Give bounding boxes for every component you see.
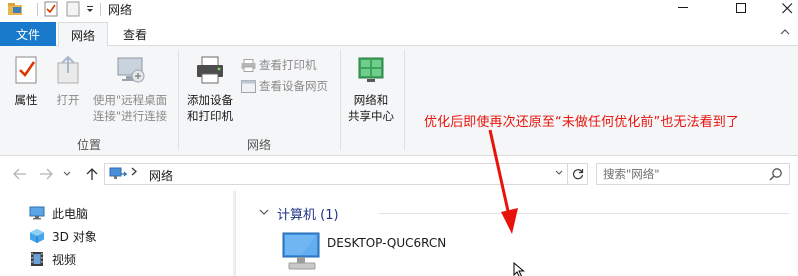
ribbon-expand-icon[interactable]: [780, 27, 790, 38]
add-devices-printers-button[interactable]: 添加设备 和打印机: [182, 50, 238, 124]
title-divider: [100, 3, 101, 16]
network-sharing-icon: [355, 54, 387, 86]
group-divider: [379, 213, 789, 214]
nav-pane-scrollbar[interactable]: [233, 191, 235, 276]
mouse-cursor-icon: [513, 262, 525, 276]
ribbon-tabs: 文件 网络 查看: [0, 22, 798, 47]
remote-desktop-label-1: 使用"远程桌面: [92, 93, 168, 107]
webpage-icon: [240, 78, 256, 94]
3d-objects-icon: [28, 228, 46, 244]
window-system-icon[interactable]: [6, 0, 24, 18]
remote-desktop-icon: [114, 54, 146, 86]
network-location-icon: [109, 166, 128, 185]
location-group-label: 位置: [76, 138, 101, 152]
breadcrumb-network[interactable]: 网络: [149, 167, 173, 184]
window-title: 网络: [108, 3, 133, 17]
computer-icon: [281, 231, 321, 273]
computer-name: DESKTOP-QUC6RCN: [327, 236, 447, 250]
network-sharing-center-button[interactable]: 网络和 共享中心: [344, 50, 398, 124]
list-item[interactable]: DESKTOP-QUC6RCN: [281, 231, 446, 273]
properties-icon[interactable]: [42, 0, 60, 18]
sharing-center-label-2: 共享中心: [348, 109, 394, 123]
nav-item-3d-objects[interactable]: 3D 对象: [28, 225, 97, 247]
open-label: 打开: [56, 93, 80, 107]
video-icon: [28, 251, 46, 267]
printer-small-icon: [240, 57, 256, 73]
refresh-button[interactable]: [567, 164, 587, 184]
open-icon: [52, 54, 84, 86]
recent-locations-button[interactable]: [62, 166, 72, 182]
view-device-webpage-label: 查看设备网页: [259, 79, 328, 93]
search-input[interactable]: [603, 166, 763, 182]
add-devices-label-1: 添加设备: [187, 93, 233, 107]
annotation-text: 优化后即使再次还原至“未做任何优化前”也无法看到了: [424, 115, 739, 130]
title-bar: 网络: [0, 0, 798, 22]
network-group-label: 网络: [246, 138, 271, 152]
nav-item-label: 3D 对象: [52, 229, 97, 244]
forward-button[interactable]: [38, 166, 54, 182]
close-button[interactable]: [764, 0, 798, 16]
properties-label: 属性: [14, 93, 38, 107]
back-button[interactable]: [12, 166, 28, 182]
open-button[interactable]: 打开: [50, 50, 86, 108]
tab-network[interactable]: 网络: [58, 22, 108, 47]
search-box[interactable]: [596, 163, 790, 185]
collapse-chevron-icon[interactable]: [259, 208, 269, 219]
nav-item-label: 此电脑: [52, 206, 89, 221]
up-button[interactable]: [84, 166, 100, 182]
ribbon: 属性 打开 使用"远程桌面 连接"进行连接 位置 添加设备 和打印机 查看打印机: [0, 46, 798, 156]
annotation-arrow: [488, 129, 518, 234]
address-history-icon[interactable]: [555, 169, 563, 179]
nav-item-this-pc[interactable]: 此电脑: [28, 202, 88, 224]
search-icon[interactable]: [769, 167, 783, 184]
group-divider: [404, 50, 405, 150]
view-printers-label: 查看打印机: [259, 58, 317, 72]
minimize-button[interactable]: [660, 0, 706, 16]
tab-file[interactable]: 文件: [0, 22, 56, 46]
computer-icon: [28, 205, 46, 221]
view-device-webpage-button[interactable]: 查看设备网页: [240, 77, 328, 95]
maximize-button[interactable]: [718, 0, 764, 16]
sharing-center-label-1: 网络和: [353, 93, 389, 107]
printer-icon: [194, 54, 226, 86]
view-printers-button[interactable]: 查看打印机: [240, 56, 317, 74]
new-folder-icon[interactable]: [64, 0, 82, 18]
nav-item-videos[interactable]: 视频: [28, 248, 76, 270]
group-header-label: 计算机 (1): [277, 208, 339, 223]
add-devices-label-2: 和打印机: [187, 109, 233, 123]
group-header-computers[interactable]: 计算机 (1): [259, 204, 339, 223]
remote-desktop-label-2: 连接"进行连接: [92, 109, 168, 123]
navigation-pane: 此电脑 3D 对象 视频: [0, 191, 236, 276]
tab-view[interactable]: 查看: [112, 22, 158, 46]
nav-item-label: 视频: [52, 252, 77, 267]
group-divider: [178, 50, 179, 150]
group-divider: [340, 50, 341, 150]
navigation-bar: 网络: [0, 157, 798, 191]
properties-icon: [10, 54, 42, 86]
customize-toolbar-icon[interactable]: [84, 0, 96, 18]
breadcrumb-chevron-icon[interactable]: [131, 167, 137, 179]
properties-button[interactable]: 属性: [6, 50, 46, 108]
remote-desktop-button[interactable]: 使用"远程桌面 连接"进行连接: [88, 50, 172, 124]
